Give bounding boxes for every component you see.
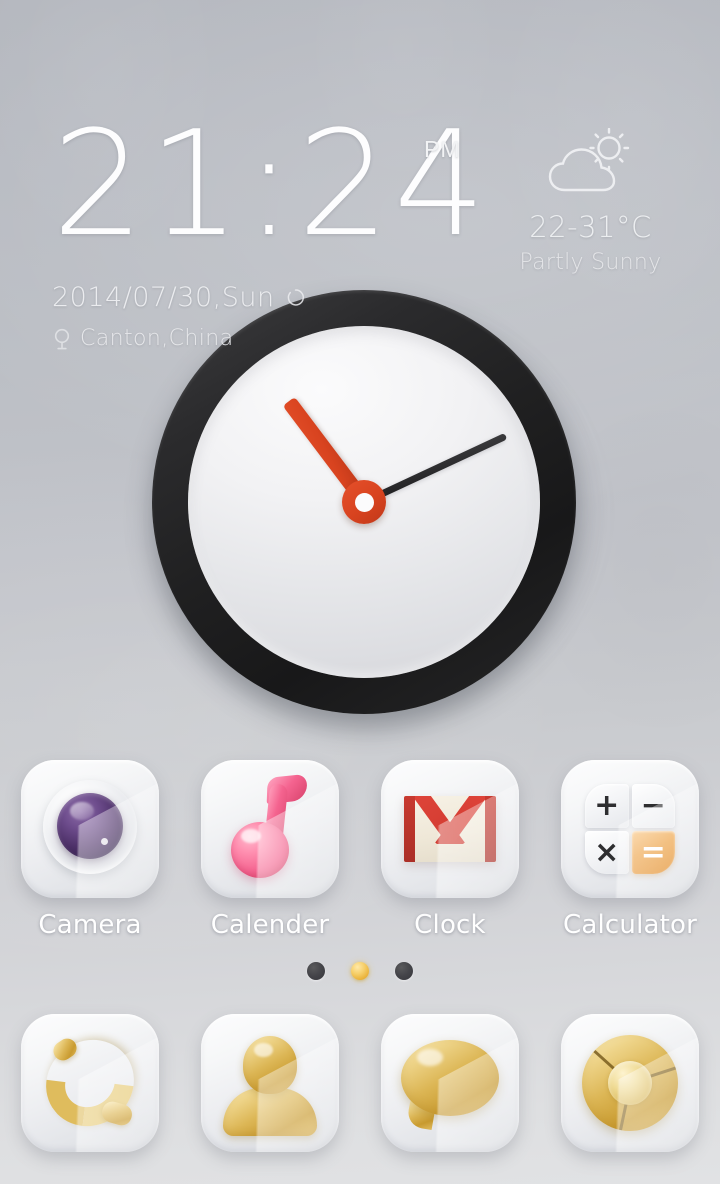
gold-speech-bubble-icon bbox=[381, 1014, 519, 1152]
calender-icon-tile[interactable] bbox=[201, 760, 339, 898]
sun-behind-cloud-icon bbox=[548, 128, 629, 192]
app-label-calender: Calender bbox=[210, 910, 330, 940]
dock bbox=[0, 1014, 720, 1152]
page-indicator bbox=[0, 962, 720, 980]
calculator-icon-tile[interactable]: + − × = bbox=[561, 760, 699, 898]
gold-chrome-browser-icon bbox=[561, 1014, 699, 1152]
calc-key-minus: − bbox=[631, 784, 675, 828]
app-label-calculator: Calculator bbox=[562, 910, 698, 940]
page-dot-3[interactable] bbox=[395, 962, 413, 980]
location-pin-icon bbox=[54, 328, 70, 349]
dock-item-contacts[interactable] bbox=[180, 1014, 360, 1152]
calc-key-multiply: × bbox=[585, 830, 629, 874]
clock-icon-tile[interactable] bbox=[381, 760, 519, 898]
red-envelope-mail-icon bbox=[381, 760, 519, 898]
dock-item-messages[interactable] bbox=[360, 1014, 540, 1152]
location-row: Canton,China bbox=[52, 326, 233, 351]
app-icon-camera[interactable]: Camera bbox=[0, 760, 180, 940]
app-label-clock: Clock bbox=[414, 910, 486, 940]
gold-person-icon bbox=[201, 1014, 339, 1152]
browser-icon-tile[interactable] bbox=[561, 1014, 699, 1152]
page-dot-1[interactable] bbox=[307, 962, 325, 980]
app-grid: Camera Calender Clock + − × = Calculator bbox=[0, 760, 720, 940]
refresh-icon[interactable] bbox=[285, 287, 306, 308]
app-icon-calculator[interactable]: + − × = Calculator bbox=[540, 760, 720, 940]
calc-key-equals: = bbox=[631, 830, 675, 874]
clock-date-widget[interactable]: 21:24 PM 2014/07/30,Sun Canton,China bbox=[52, 112, 486, 370]
app-icon-clock[interactable]: Clock bbox=[360, 760, 540, 940]
date-label: 2014/07/30,Sun bbox=[52, 282, 275, 313]
dock-item-browser[interactable] bbox=[540, 1014, 720, 1152]
date-row: 2014/07/30,Sun bbox=[52, 282, 306, 313]
clock-center-hub bbox=[342, 480, 386, 524]
camera-lens-icon bbox=[21, 760, 159, 898]
app-icon-calender[interactable]: Calender bbox=[180, 760, 360, 940]
pink-music-note-icon bbox=[201, 760, 339, 898]
location-label: Canton,China bbox=[80, 326, 234, 351]
weather-condition: Partly Sunny bbox=[519, 250, 662, 275]
gold-phone-handset-icon bbox=[21, 1014, 159, 1152]
home-screen: 21:24 PM 2014/07/30,Sun Canton,China 22-… bbox=[0, 0, 720, 1184]
app-label-camera: Camera bbox=[38, 910, 142, 940]
dock-item-phone[interactable] bbox=[0, 1014, 180, 1152]
page-dot-2-active[interactable] bbox=[351, 962, 369, 980]
calculator-keys-icon: + − × = bbox=[561, 760, 699, 898]
weather-widget[interactable]: 22-31°C Partly Sunny bbox=[503, 128, 678, 275]
camera-icon-tile[interactable] bbox=[21, 760, 159, 898]
phone-icon-tile[interactable] bbox=[21, 1014, 159, 1152]
messages-icon-tile[interactable] bbox=[381, 1014, 519, 1152]
contacts-icon-tile[interactable] bbox=[201, 1014, 339, 1152]
weather-temperature: 22-31°C bbox=[529, 210, 652, 244]
clock-face bbox=[188, 326, 540, 678]
meridiem-label: PM bbox=[424, 136, 461, 162]
digital-time-row: 21:24 PM bbox=[52, 112, 486, 257]
calc-key-plus: + bbox=[585, 784, 629, 828]
